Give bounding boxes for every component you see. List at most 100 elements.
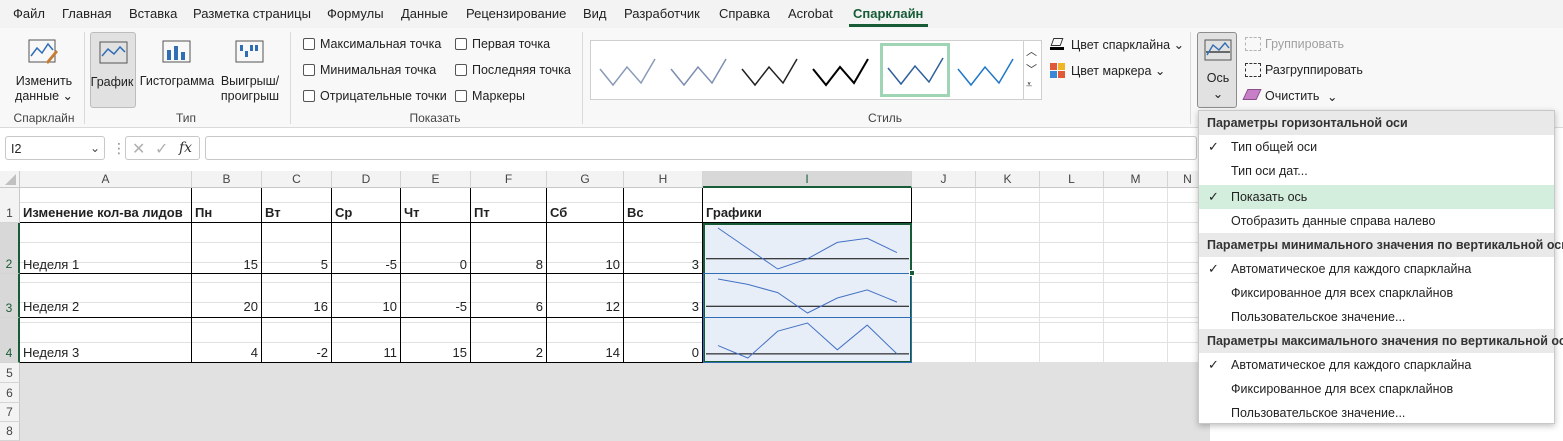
menu-item-general-axis[interactable]: ✓ Тип общей оси <box>1199 135 1554 159</box>
last-point-checkbox[interactable] <box>455 64 467 76</box>
table-cell[interactable]: 6 <box>471 274 547 318</box>
table-row-label[interactable]: Неделя 2 <box>20 274 192 318</box>
row-header-3[interactable]: 3 <box>0 274 20 318</box>
table-cell[interactable]: 16 <box>262 274 332 318</box>
tab-sparkline[interactable]: Спарклайн <box>853 6 923 21</box>
negative-points-checkbox[interactable] <box>303 90 315 102</box>
menu-item-min-auto[interactable]: ✓ Автоматическое для каждого спарклайна <box>1199 257 1554 281</box>
column-header-j[interactable]: J <box>912 171 976 188</box>
table-header-cell[interactable]: Графики <box>703 188 912 223</box>
column-header-k[interactable]: K <box>976 171 1040 188</box>
gallery-more-icon[interactable]: ⩡ <box>1026 79 1032 92</box>
column-header-f[interactable]: F <box>471 171 547 188</box>
tab-home[interactable]: Главная <box>62 6 111 21</box>
sparkline-color-button[interactable]: Цвет спарклайна ⌄ <box>1071 37 1184 52</box>
style-swatch-2[interactable] <box>668 45 728 95</box>
row-header-1[interactable]: 1 <box>0 188 20 223</box>
menu-item-max-same[interactable]: Фиксированное для всех спарклайнов <box>1199 377 1554 401</box>
tab-view[interactable]: Вид <box>583 6 607 21</box>
column-header-i[interactable]: I <box>703 171 912 188</box>
table-cell[interactable]: -5 <box>401 274 471 318</box>
column-header-m[interactable]: M <box>1104 171 1168 188</box>
table-cell[interactable]: -2 <box>262 318 332 363</box>
table-cell[interactable]: 3 <box>624 274 703 318</box>
table-header-cell[interactable]: Вс <box>624 188 703 223</box>
type-line-button[interactable]: График <box>90 32 136 108</box>
tab-file[interactable]: Файл <box>13 6 45 21</box>
table-cell[interactable]: 20 <box>192 274 262 318</box>
gallery-down-icon[interactable]: ﹀ <box>1026 61 1037 77</box>
menu-item-min-custom[interactable]: Пользовательское значение... <box>1199 305 1554 329</box>
style-swatch-4[interactable] <box>810 45 870 95</box>
row-header-6[interactable]: 6 <box>0 383 20 403</box>
first-point-checkbox[interactable] <box>455 38 467 50</box>
row-header-8[interactable]: 8 <box>0 422 20 441</box>
column-header-e[interactable]: E <box>401 171 471 188</box>
axis-button[interactable]: Ось ⌄ <box>1197 32 1237 108</box>
table-cell[interactable]: 3 <box>624 223 703 274</box>
clear-button[interactable]: Очистить <box>1265 89 1319 103</box>
table-header-cell[interactable]: Вт <box>262 188 332 223</box>
table-header-cell[interactable]: Сб <box>547 188 624 223</box>
gallery-up-icon[interactable]: ︿ <box>1026 43 1037 59</box>
type-column-button[interactable]: Гистограмма <box>139 32 215 108</box>
style-swatch-selected[interactable] <box>880 43 950 97</box>
marker-color-button[interactable]: Цвет маркера ⌄ <box>1071 63 1165 78</box>
table-cell[interactable]: -5 <box>332 223 401 274</box>
sparkline-style-gallery[interactable]: ︿ ﹀ ⩡ <box>590 40 1042 100</box>
column-header-d[interactable]: D <box>332 171 401 188</box>
name-box-dropdown-icon[interactable]: ⌄ <box>90 141 100 155</box>
ungroup-button[interactable]: Разгруппировать <box>1265 63 1363 77</box>
low-point-checkbox[interactable] <box>303 64 315 76</box>
markers-checkbox[interactable] <box>455 90 467 102</box>
menu-item-right-to-left[interactable]: Отобразить данные справа налево <box>1199 209 1554 233</box>
tab-insert[interactable]: Вставка <box>129 6 177 21</box>
style-swatch-3[interactable] <box>739 45 799 95</box>
name-box[interactable]: I2 ⌄ <box>5 136 105 160</box>
table-header-cell[interactable]: Пт <box>471 188 547 223</box>
table-cell[interactable]: 5 <box>262 223 332 274</box>
edit-data-button[interactable]: Изменить данные ⌄ <box>10 32 78 108</box>
table-header-cell[interactable]: Ср <box>332 188 401 223</box>
group-button[interactable]: Группировать <box>1265 37 1344 51</box>
column-header-h[interactable]: H <box>624 171 703 188</box>
type-winloss-button[interactable]: Выигрыш/ проигрыш <box>218 32 282 108</box>
table-header-cell[interactable]: Пн <box>192 188 262 223</box>
table-cell[interactable]: 15 <box>192 223 262 274</box>
column-header-l[interactable]: L <box>1040 171 1104 188</box>
table-cell[interactable]: 8 <box>471 223 547 274</box>
table-row-label[interactable]: Неделя 3 <box>20 318 192 363</box>
table-header-cell[interactable]: Изменение кол-ва лидов <box>20 188 192 223</box>
table-cell[interactable]: 2 <box>471 318 547 363</box>
row-header-2[interactable]: 2 <box>0 223 20 274</box>
formula-input[interactable] <box>205 136 1197 160</box>
column-header-a[interactable]: A <box>20 171 192 188</box>
cancel-icon[interactable]: ✕ <box>132 139 145 159</box>
table-cell[interactable]: 10 <box>547 223 624 274</box>
column-header-g[interactable]: G <box>547 171 624 188</box>
row-header-5[interactable]: 5 <box>0 363 20 383</box>
style-swatch-6[interactable] <box>955 45 1015 95</box>
menu-item-show-axis[interactable]: ✓ Показать ось <box>1199 185 1554 209</box>
tab-help[interactable]: Справка <box>719 6 770 21</box>
menu-item-date-axis[interactable]: Тип оси дат... <box>1199 159 1554 183</box>
table-cell[interactable]: 11 <box>332 318 401 363</box>
row-header-4[interactable]: 4 <box>0 318 20 363</box>
function-icon[interactable]: fx <box>179 140 192 156</box>
high-point-checkbox[interactable] <box>303 38 315 50</box>
tab-acrobat[interactable]: Acrobat <box>788 6 833 21</box>
enter-icon[interactable]: ✓ <box>155 139 168 159</box>
column-header-b[interactable]: B <box>192 171 262 188</box>
table-cell[interactable]: 4 <box>192 318 262 363</box>
style-swatch-1[interactable] <box>597 45 657 95</box>
column-header-c[interactable]: C <box>262 171 332 188</box>
tab-data[interactable]: Данные <box>401 6 448 21</box>
tab-page-layout[interactable]: Разметка страницы <box>193 6 311 21</box>
row-header-7[interactable]: 7 <box>0 403 20 422</box>
menu-item-max-custom[interactable]: Пользовательское значение... <box>1199 401 1554 425</box>
table-cell[interactable]: 14 <box>547 318 624 363</box>
table-cell[interactable]: 0 <box>401 223 471 274</box>
menu-item-min-same[interactable]: Фиксированное для всех спарклайнов <box>1199 281 1554 305</box>
select-all-corner[interactable] <box>0 171 20 188</box>
table-header-cell[interactable]: Чт <box>401 188 471 223</box>
